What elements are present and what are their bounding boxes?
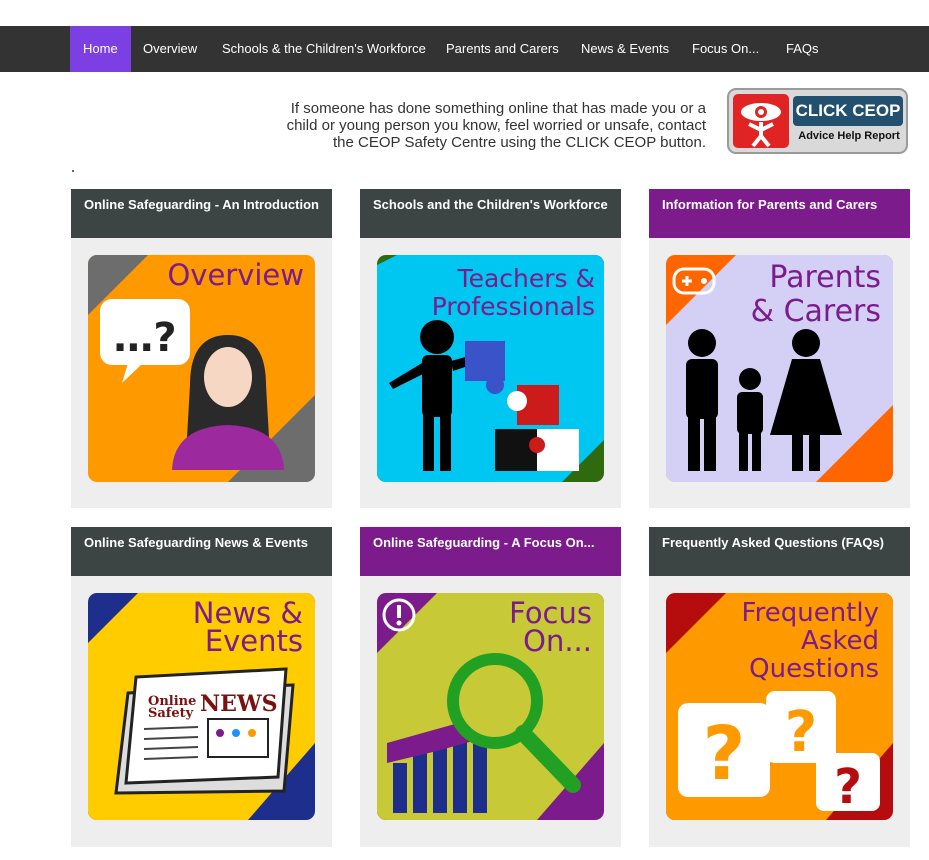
nav-item-parents-carers[interactable]: Parents and Carers xyxy=(446,26,559,72)
card-header-faqs: Frequently Asked Questions (FAQs) xyxy=(649,527,910,576)
newspaper-icon: Online Safety NEWS xyxy=(114,667,295,795)
ceop-message-line-3: the CEOP Safety Centre using the CLICK C… xyxy=(333,134,706,151)
card-header-focus-on: Online Safeguarding - A Focus On... xyxy=(360,527,621,576)
card-parents-carers: Information for Parents and Carers Paren… xyxy=(649,189,910,508)
svg-text:Professionals: Professionals xyxy=(432,292,595,321)
click-ceop-button[interactable]: CLICK CEOP Advice Help Report xyxy=(727,88,908,154)
svg-text:On...: On... xyxy=(523,624,592,658)
svg-text:…?: …? xyxy=(113,315,176,361)
svg-text:& Carers: & Carers xyxy=(751,294,881,329)
svg-text:?: ? xyxy=(703,711,746,797)
card-header-parents-carers: Information for Parents and Carers xyxy=(649,189,910,238)
svg-text:Teachers &: Teachers & xyxy=(457,264,595,293)
card-schools-workforce: Schools and the Children's Workforce Tea… xyxy=(360,189,621,508)
card-image-teachers-professionals[interactable]: Teachers & Professionals xyxy=(377,255,604,482)
ceop-message-line-2: child or young person you know, feel wor… xyxy=(286,117,706,134)
nav-item-focus-on[interactable]: Focus On... xyxy=(692,26,759,72)
nav-item-schools-workforce[interactable]: Schools & the Children's Workforce xyxy=(222,26,426,72)
card-header-overview: Online Safeguarding - An Introduction xyxy=(71,189,332,238)
card-image-parents-carers[interactable]: Parents & Carers xyxy=(666,255,893,482)
svg-text:Parents: Parents xyxy=(769,260,881,295)
nav-item-news-events[interactable]: News & Events xyxy=(581,26,669,72)
card-image-faqs[interactable]: Frequently Asked Questions ? ? ? xyxy=(666,593,893,820)
overview-image-title: Overview xyxy=(167,258,304,292)
ceop-message-line-1: If someone has done something online tha… xyxy=(290,100,706,117)
stray-dot xyxy=(72,170,74,172)
card-image-overview[interactable]: Overview …? xyxy=(88,255,315,482)
card-image-focus-on[interactable]: Focus On... xyxy=(377,593,604,820)
card-overview: Online Safeguarding - An Introduction Ov… xyxy=(71,189,332,508)
nav-item-home[interactable]: Home xyxy=(70,26,131,72)
svg-text:Questions: Questions xyxy=(749,654,879,684)
ceop-message: If someone has done something online tha… xyxy=(240,100,706,151)
svg-text:Asked: Asked xyxy=(801,626,879,656)
card-header-news-events: Online Safeguarding News & Events xyxy=(71,527,332,576)
nav-item-faqs[interactable]: FAQs xyxy=(786,26,819,72)
card-focus-on: Online Safeguarding - A Focus On... Focu… xyxy=(360,527,621,847)
card-news-events: Online Safeguarding News & Events News &… xyxy=(71,527,332,847)
ceop-button-title: CLICK CEOP xyxy=(793,96,903,126)
svg-text:Frequently: Frequently xyxy=(742,598,879,628)
ceop-button-subtitle: Advice Help Report xyxy=(798,130,900,142)
svg-text:NEWS: NEWS xyxy=(200,691,277,717)
card-image-news-events[interactable]: News & Events Online Safety NEWS xyxy=(88,593,315,820)
card-faqs: Frequently Asked Questions (FAQs) Freque… xyxy=(649,527,910,847)
nav-item-overview[interactable]: Overview xyxy=(143,26,197,72)
svg-text:Safety: Safety xyxy=(148,706,194,721)
svg-text:Events: Events xyxy=(205,624,303,658)
svg-text:?: ? xyxy=(834,759,862,815)
ceop-eye-logo-icon xyxy=(733,94,789,148)
top-navigation-bar: Home Overview Schools & the Children's W… xyxy=(0,26,929,72)
card-header-schools-workforce: Schools and the Children's Workforce xyxy=(360,189,621,238)
svg-text:?: ? xyxy=(785,700,817,765)
